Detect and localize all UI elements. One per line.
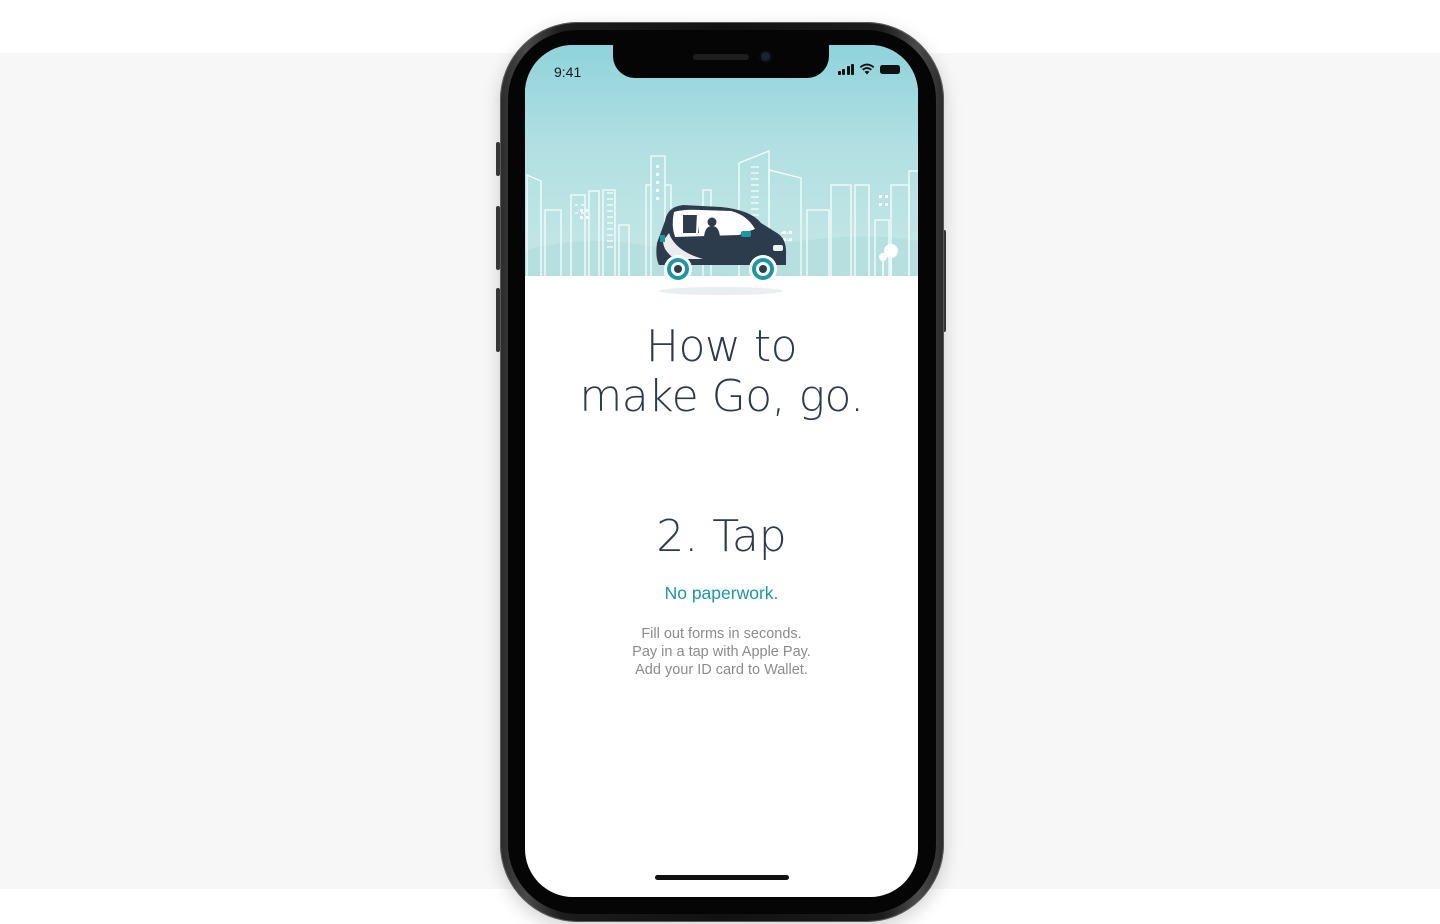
- notch: [613, 45, 829, 78]
- step-description: Fill out forms in seconds. Pay in a tap …: [525, 625, 918, 679]
- step-title: 2. Tap: [656, 511, 787, 562]
- city-car-illustration: [525, 150, 918, 305]
- battery-icon: [880, 64, 900, 74]
- step-description-line: Add your ID card to Wallet.: [635, 662, 808, 678]
- onboarding-headline: How to make Go, go.: [525, 322, 918, 422]
- cellular-signal-icon: [837, 63, 854, 75]
- front-camera: [761, 52, 770, 61]
- home-indicator[interactable]: [655, 875, 789, 880]
- phone-screen: 9:41 How to make Go, go. 2. Tap No paper…: [525, 45, 918, 897]
- step-subtitle: No paperwork.: [664, 583, 779, 603]
- wifi-icon: [859, 63, 875, 75]
- car-shadow: [659, 287, 783, 295]
- step-description-line: Pay in a tap with Apple Pay.: [632, 644, 811, 660]
- step-description-line: Fill out forms in seconds.: [641, 626, 802, 642]
- headline-line-2: make Go, go.: [579, 371, 864, 422]
- status-time: 9:41: [554, 64, 582, 80]
- speaker-grille: [693, 54, 749, 60]
- status-icons: [837, 63, 900, 75]
- city-illustration: [525, 45, 918, 305]
- headline-line-1: How to: [645, 321, 798, 372]
